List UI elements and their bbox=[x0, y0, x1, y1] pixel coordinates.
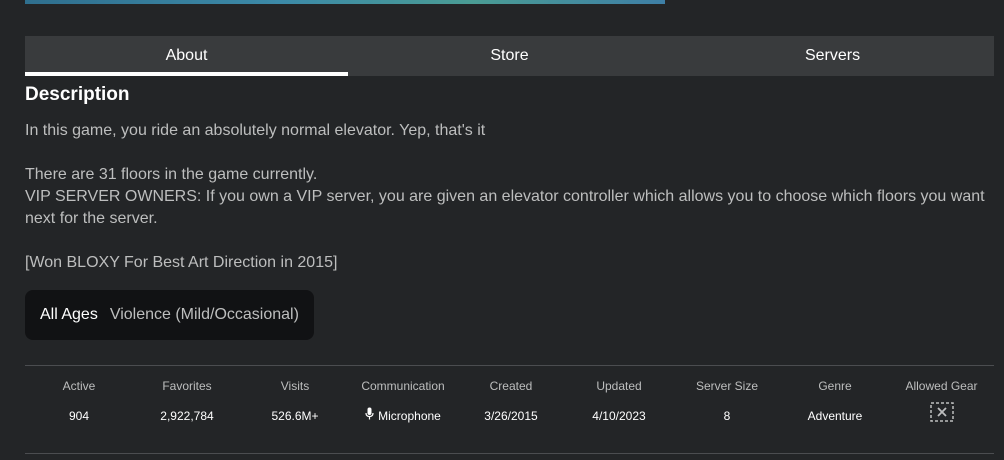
stat-favorites: Favorites 2,922,784 bbox=[133, 376, 241, 426]
stat-label: Created bbox=[489, 379, 533, 393]
tab-store[interactable]: Store bbox=[348, 36, 671, 76]
stat-label: Visits bbox=[280, 379, 310, 393]
description-line: VIP SERVER OWNERS: If you own a VIP serv… bbox=[25, 188, 985, 227]
stat-value[interactable]: Adventure bbox=[808, 406, 863, 426]
game-thumbnail-edge bbox=[25, 0, 665, 4]
stat-updated: Updated 4/10/2023 bbox=[565, 376, 673, 426]
stat-visits: Visits 526.6M+ bbox=[241, 376, 349, 426]
tab-servers[interactable]: Servers bbox=[671, 36, 994, 76]
stat-value: 526.6M+ bbox=[271, 409, 319, 423]
game-stats: Active 904 Favorites 2,922,784 Visits 52… bbox=[25, 376, 994, 426]
microphone-icon bbox=[365, 406, 374, 426]
stat-value: 3/26/2015 bbox=[484, 409, 538, 423]
stat-allowed-gear: Allowed Gear bbox=[889, 376, 994, 426]
stat-genre: Genre Adventure bbox=[781, 376, 889, 426]
age-rating-label: All Ages bbox=[40, 306, 98, 323]
game-tabs: About Store Servers bbox=[25, 36, 994, 76]
stat-label: Server Size bbox=[695, 379, 759, 393]
stat-label: Communication bbox=[361, 379, 445, 393]
stat-communication: Communication Microphone bbox=[349, 376, 457, 426]
communication-value: Microphone bbox=[378, 409, 441, 423]
tab-about[interactable]: About bbox=[25, 36, 348, 76]
stat-active: Active 904 bbox=[25, 376, 133, 426]
stat-label: Updated bbox=[596, 379, 642, 393]
stat-label: Active bbox=[62, 379, 96, 393]
content-descriptor: Violence (Mild/Occasional) bbox=[109, 306, 299, 323]
description-line: [Won BLOXY For Best Art Direction in 201… bbox=[25, 254, 338, 271]
description-line: In this game, you ride an absolutely nor… bbox=[25, 122, 486, 139]
stat-value: Microphone bbox=[365, 406, 441, 426]
description-line: There are 31 floors in the game currentl… bbox=[25, 166, 318, 183]
stats-divider-bottom bbox=[25, 453, 994, 454]
stat-server-size: Server Size 8 bbox=[673, 376, 781, 426]
stat-value: 2,922,784 bbox=[160, 409, 214, 423]
stat-value: 904 bbox=[68, 409, 90, 423]
no-gear-icon bbox=[929, 402, 954, 425]
age-rating-box[interactable]: All Ages Violence (Mild/Occasional) bbox=[25, 290, 314, 340]
stats-divider-top bbox=[25, 365, 994, 366]
stat-label: Favorites bbox=[162, 379, 212, 393]
stat-value: 4/10/2023 bbox=[592, 409, 646, 423]
stat-value: 8 bbox=[723, 409, 731, 423]
description-title: Description bbox=[25, 84, 130, 105]
stat-created: Created 3/26/2015 bbox=[457, 376, 565, 426]
stat-label: Genre bbox=[818, 379, 852, 393]
description-body: In this game, you ride an absolutely nor… bbox=[25, 120, 1000, 274]
stat-label: Allowed Gear bbox=[905, 379, 978, 393]
